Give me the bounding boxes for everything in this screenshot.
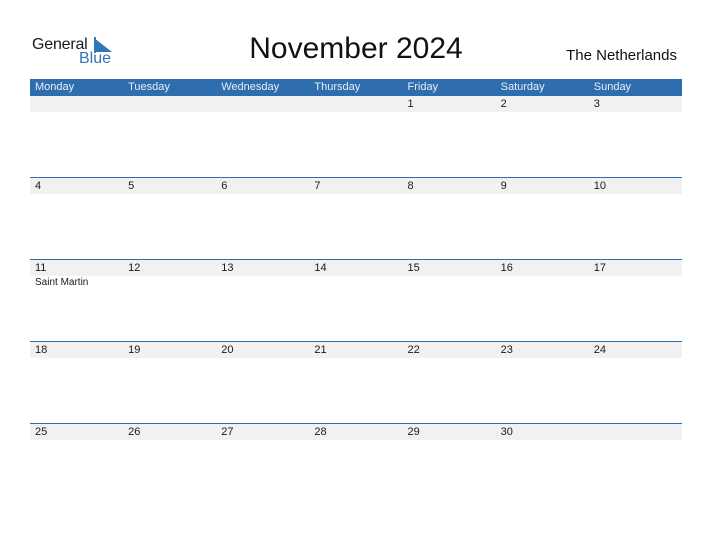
event-label [496, 276, 589, 290]
event-label: Saint Martin [35, 277, 89, 288]
day-number: 30 [500, 426, 513, 438]
event-label [309, 276, 402, 290]
day-number: 12 [128, 262, 141, 274]
day-number: 10 [593, 180, 606, 192]
week-row: 18 19 20 21 22 23 24 [30, 341, 682, 423]
weekday-header: Monday Tuesday Wednesday Thursday Friday Satu… [30, 79, 682, 96]
day-number: 18 [35, 344, 48, 356]
event-label [403, 276, 496, 290]
day-number [589, 424, 682, 440]
day-number: 23 [500, 344, 513, 356]
day-number: 14 [314, 262, 327, 274]
day-number: 11 [35, 262, 47, 274]
day-number: 7 [314, 180, 321, 192]
week-row: 11 12 13 14 15 16 17 Saint Martin [30, 259, 682, 341]
weekday-tuesday: Tuesday [128, 81, 170, 93]
weekday-friday: Friday [407, 81, 439, 93]
day-number-strip: 1 2 3 [30, 96, 682, 112]
day-number: 21 [314, 344, 327, 356]
day-number: 26 [128, 426, 141, 438]
day-number [30, 96, 123, 112]
weekday-monday: Monday [35, 81, 75, 93]
day-number-strip: 25 26 27 28 29 30 [30, 424, 682, 440]
day-number: 2 [500, 98, 507, 110]
calendar: Monday Tuesday Wednesday Thursday Friday Satu… [30, 79, 682, 505]
day-number: 20 [221, 344, 234, 356]
event-label [216, 276, 309, 290]
weekday-saturday: Saturday [500, 81, 545, 93]
day-number: 8 [407, 180, 414, 192]
event-label [123, 276, 216, 290]
day-number: 27 [221, 426, 234, 438]
day-number [123, 96, 216, 112]
day-number: 25 [35, 426, 48, 438]
day-number [309, 96, 402, 112]
day-number: 22 [407, 344, 420, 356]
day-number: 15 [407, 262, 420, 274]
day-number: 13 [221, 262, 234, 274]
week-row: 1 2 3 [30, 96, 682, 177]
day-number-strip: 18 19 20 21 22 23 24 [30, 342, 682, 358]
day-number-strip: 4 5 6 7 8 9 10 [30, 178, 682, 194]
weekday-wednesday: Wednesday [221, 81, 280, 93]
day-number: 1 [407, 98, 414, 110]
day-number: 29 [407, 426, 420, 438]
day-number: 3 [593, 98, 600, 110]
country-label: The Netherlands [566, 47, 677, 64]
day-number: 19 [128, 344, 141, 356]
day-number: 16 [500, 262, 513, 274]
weeks: 1 2 3 4 5 6 7 8 9 10 11 12 13 14 15 16 17 Saint Martin 18 1… [30, 96, 682, 505]
day-number: 6 [221, 180, 228, 192]
day-number-strip: 11 12 13 14 15 16 17 [30, 260, 682, 276]
weekday-sunday: Sunday [593, 81, 632, 93]
day-number: 9 [500, 180, 507, 192]
day-number: 24 [593, 344, 606, 356]
day-number: 5 [128, 180, 135, 192]
events-row: Saint Martin [30, 276, 682, 290]
day-number: 4 [35, 180, 42, 192]
day-number: 28 [314, 426, 327, 438]
event-label [589, 276, 682, 290]
day-number: 17 [593, 262, 606, 274]
week-row: 4 5 6 7 8 9 10 [30, 177, 682, 259]
weekday-thursday: Thursday [314, 81, 361, 93]
day-number [216, 96, 309, 112]
week-row: 25 26 27 28 29 30 [30, 423, 682, 505]
